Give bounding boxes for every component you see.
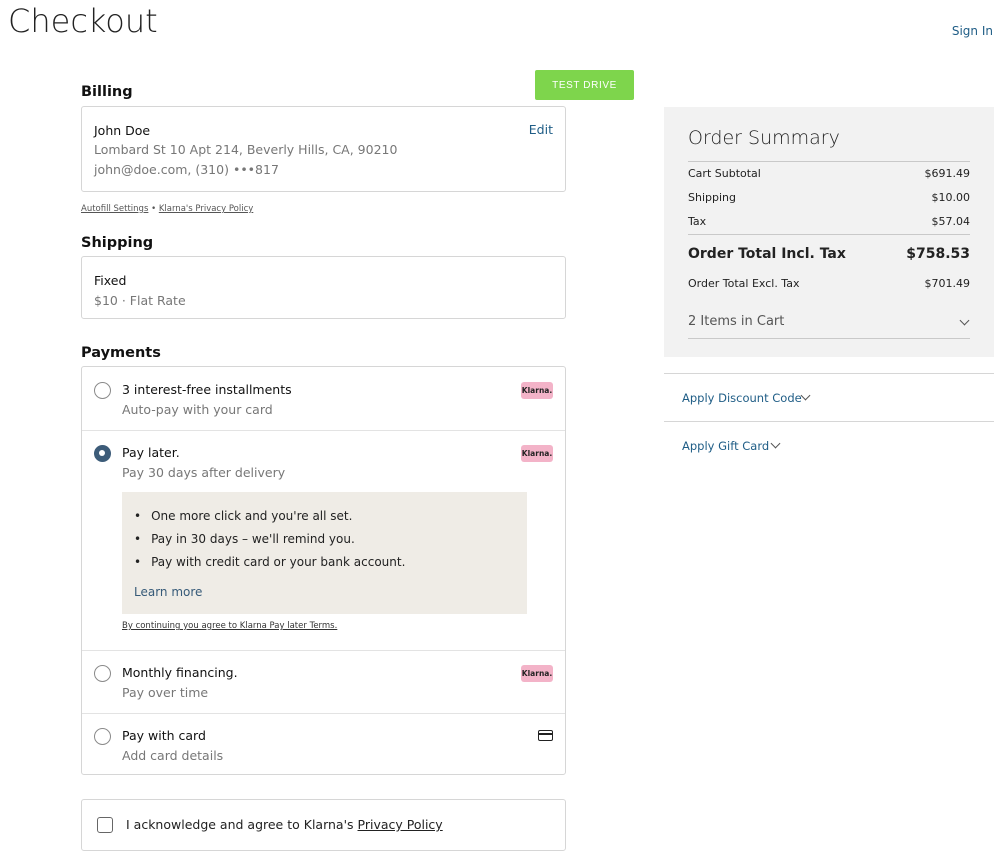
billing-links: Autofill Settings • Klarna's Privacy Pol… <box>81 204 253 214</box>
link-separator: • <box>151 204 157 214</box>
option-title: Pay later. <box>122 445 180 460</box>
payment-option-card[interactable]: Pay with card Add card details <box>82 714 565 776</box>
order-summary-title: Order Summary <box>688 127 840 149</box>
discount-code-row[interactable]: Apply Discount Code <box>664 373 994 421</box>
billing-contact: john@doe.com, (310) •••817 <box>94 162 279 177</box>
gift-card-row[interactable]: Apply Gift Card <box>664 421 994 469</box>
apply-discount-code-link[interactable]: Apply Discount Code <box>682 391 802 405</box>
klarna-privacy-link[interactable]: Klarna's Privacy Policy <box>159 204 253 214</box>
option-subtitle: Auto-pay with your card <box>122 402 273 417</box>
billing-name: John Doe <box>94 123 151 138</box>
row-label: Cart Subtotal <box>688 167 761 180</box>
autofill-settings-link[interactable]: Autofill Settings <box>81 204 148 214</box>
chevron-down-icon[interactable] <box>770 438 781 449</box>
acknowledge-checkbox[interactable] <box>97 817 113 833</box>
option-subtitle: Add card details <box>122 748 224 763</box>
learn-more-link[interactable]: Learn more <box>134 585 202 599</box>
divider <box>688 338 970 339</box>
acknowledge-card: I acknowledge and agree to Klarna's Priv… <box>81 799 566 851</box>
credit-card-icon <box>538 730 553 741</box>
summary-row-total-excl: Order Total Excl. Tax $701.49 <box>688 277 970 290</box>
klarna-logo-icon: Klarna. <box>521 445 553 462</box>
billing-card: John Doe Lombard St 10 Apt 214, Beverly … <box>81 106 566 192</box>
divider <box>688 234 970 235</box>
pay-later-terms-link[interactable]: By continuing you agree to Klarna Pay la… <box>122 621 337 631</box>
row-value: $57.04 <box>931 215 971 228</box>
payments-heading: Payments <box>81 345 161 361</box>
row-label: Order Total Incl. Tax <box>688 246 846 262</box>
shipping-detail: $10 · Flat Rate <box>94 293 186 308</box>
option-subtitle: Pay 30 days after delivery <box>122 465 286 480</box>
option-title: Pay with card <box>122 728 206 743</box>
divider <box>688 161 970 162</box>
items-in-cart-toggle[interactable]: 2 Items in Cart <box>688 314 784 329</box>
acknowledge-text: I acknowledge and agree to Klarna's Priv… <box>126 817 443 832</box>
payment-option-monthly-financing[interactable]: Monthly financing. Pay over time Klarna. <box>82 651 565 713</box>
shipping-heading: Shipping <box>81 235 154 251</box>
privacy-policy-link[interactable]: Privacy Policy <box>358 817 443 832</box>
option-title: Monthly financing. <box>122 665 238 680</box>
pay-with-card-radio[interactable] <box>94 728 111 745</box>
payment-option-installments[interactable]: 3 interest-free installments Auto-pay wi… <box>82 367 565 430</box>
info-bullet: Pay with credit card or your bank accoun… <box>134 555 405 569</box>
summary-row-total-incl: Order Total Incl. Tax $758.53 <box>688 246 970 262</box>
option-subtitle: Pay over time <box>122 685 209 700</box>
row-value: $758.53 <box>906 246 970 262</box>
klarna-logo-icon: Klarna. <box>521 665 553 682</box>
row-value: $701.49 <box>924 277 971 290</box>
acknowledge-label: I acknowledge and agree to Klarna's <box>126 817 358 832</box>
row-label: Order Total Excl. Tax <box>688 277 800 290</box>
shipping-card: Fixed $10 · Flat Rate <box>81 256 566 319</box>
shipping-method: Fixed <box>94 273 127 288</box>
page-title: Checkout <box>8 2 158 40</box>
monthly-financing-radio[interactable] <box>94 665 111 682</box>
info-bullet: One more click and you're all set. <box>134 509 352 523</box>
payments-card: 3 interest-free installments Auto-pay wi… <box>81 366 566 775</box>
row-value: $10.00 <box>931 191 971 204</box>
row-label: Tax <box>688 215 707 228</box>
edit-billing-link[interactable]: Edit <box>529 122 553 137</box>
summary-row-shipping: Shipping $10.00 <box>688 191 970 204</box>
chevron-down-icon[interactable] <box>959 315 970 326</box>
klarna-logo-icon: Klarna. <box>521 382 553 399</box>
installments-radio[interactable] <box>94 382 111 399</box>
chevron-down-icon[interactable] <box>800 390 811 401</box>
billing-heading: Billing <box>81 84 133 100</box>
row-label: Shipping <box>688 191 736 204</box>
billing-address: Lombard St 10 Apt 214, Beverly Hills, CA… <box>94 142 398 157</box>
payment-option-pay-later[interactable]: Pay later. Pay 30 days after delivery Kl… <box>82 431 565 650</box>
sign-in-link[interactable]: Sign In <box>952 24 993 38</box>
order-summary: Order Summary Cart Subtotal $691.49 Ship… <box>664 107 994 357</box>
info-bullet: Pay in 30 days – we'll remind you. <box>134 532 355 546</box>
option-title: 3 interest-free installments <box>122 382 292 397</box>
summary-row-tax: Tax $57.04 <box>688 215 970 228</box>
apply-gift-card-link[interactable]: Apply Gift Card <box>682 439 769 453</box>
pay-later-info-box: One more click and you're all set. Pay i… <box>122 492 527 614</box>
summary-row-subtotal: Cart Subtotal $691.49 <box>688 167 970 180</box>
row-value: $691.49 <box>924 167 971 180</box>
test-drive-button[interactable]: TEST DRIVE <box>535 70 634 100</box>
pay-later-radio[interactable] <box>94 445 111 462</box>
